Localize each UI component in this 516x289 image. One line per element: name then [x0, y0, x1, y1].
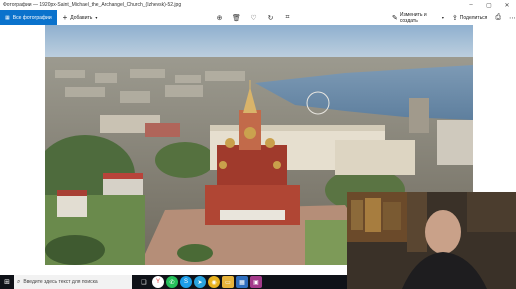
taskbar-search[interactable]: ⌕ Введите здесь текст для поиска	[14, 275, 132, 289]
whatsapp-icon[interactable]: ✆	[166, 276, 178, 288]
rotate-icon[interactable]: ↻	[262, 10, 279, 25]
photos-icon: ▦	[5, 14, 10, 21]
delete-icon[interactable]: 🗑	[228, 10, 245, 25]
zoom-in-icon[interactable]: ⊕	[211, 10, 228, 25]
task-view-icon[interactable]: ❑	[138, 276, 150, 288]
add-button[interactable]: + Добавить ▾	[57, 13, 98, 22]
print-icon[interactable]: ⎙	[495, 14, 501, 22]
edit-icon: ✎	[392, 14, 398, 22]
webcam-overlay	[347, 192, 516, 289]
viewer-tools: ⊕ 🗑 ♡ ↻ ⌗	[211, 10, 296, 25]
share-button[interactable]: ⇪ Поделиться	[452, 14, 488, 22]
share-icon: ⇪	[451, 14, 458, 22]
window-title: Фотографии — 1920px-Saint_Michael_the_Ar…	[3, 2, 182, 8]
search-icon: ⌕	[17, 278, 21, 285]
plus-icon: +	[62, 13, 68, 22]
favorite-icon[interactable]: ♡	[245, 10, 262, 25]
photos-app-icon[interactable]: ▦	[236, 276, 248, 288]
edit-create-button[interactable]: ✎ Изменить и создать ▾	[392, 12, 444, 24]
close-button[interactable]: ✕	[498, 0, 516, 10]
chevron-down-icon: ▾	[441, 15, 444, 20]
crop-icon[interactable]: ⌗	[279, 10, 296, 25]
minimize-button[interactable]: –	[462, 0, 480, 10]
skype-icon[interactable]: S	[180, 276, 192, 288]
taskbar-icons: ❑ Y ✆ S ➤ ◉ ▭ ▦ ▣	[132, 276, 262, 288]
share-label: Поделиться	[459, 14, 488, 21]
search-placeholder: Введите здесь текст для поиска	[23, 279, 98, 285]
more-icon[interactable]: ⋯	[509, 14, 516, 22]
windows-start-icon[interactable]: ⊞	[0, 275, 14, 289]
webcam-feed	[347, 192, 516, 289]
all-photos-label: Все фотографии	[12, 14, 52, 21]
taskbar: ⊞ ⌕ Введите здесь текст для поиска ❑ Y ✆…	[0, 275, 347, 289]
file-explorer-icon[interactable]: ▭	[222, 276, 234, 288]
right-tools: ✎ Изменить и создать ▾ ⇪ Поделиться ⎙ ⋯	[392, 10, 516, 25]
title-bar: Фотографии — 1920px-Saint_Michael_the_Ar…	[0, 0, 516, 10]
chrome-icon[interactable]: ◉	[208, 276, 220, 288]
yandex-icon[interactable]: Y	[152, 276, 164, 288]
toolbar: ▦ Все фотографии + Добавить ▾ ⊕ 🗑 ♡ ↻ ⌗ …	[0, 10, 516, 25]
app-icon[interactable]: ▣	[250, 276, 262, 288]
window-controls: – ▢ ✕	[462, 0, 516, 10]
chevron-down-icon: ▾	[95, 15, 98, 20]
all-photos-button[interactable]: ▦ Все фотографии	[0, 10, 57, 25]
maximize-button[interactable]: ▢	[480, 0, 498, 10]
telegram-icon[interactable]: ➤	[194, 276, 206, 288]
add-label: Добавить	[70, 14, 93, 21]
edit-create-label: Изменить и создать	[399, 11, 427, 24]
